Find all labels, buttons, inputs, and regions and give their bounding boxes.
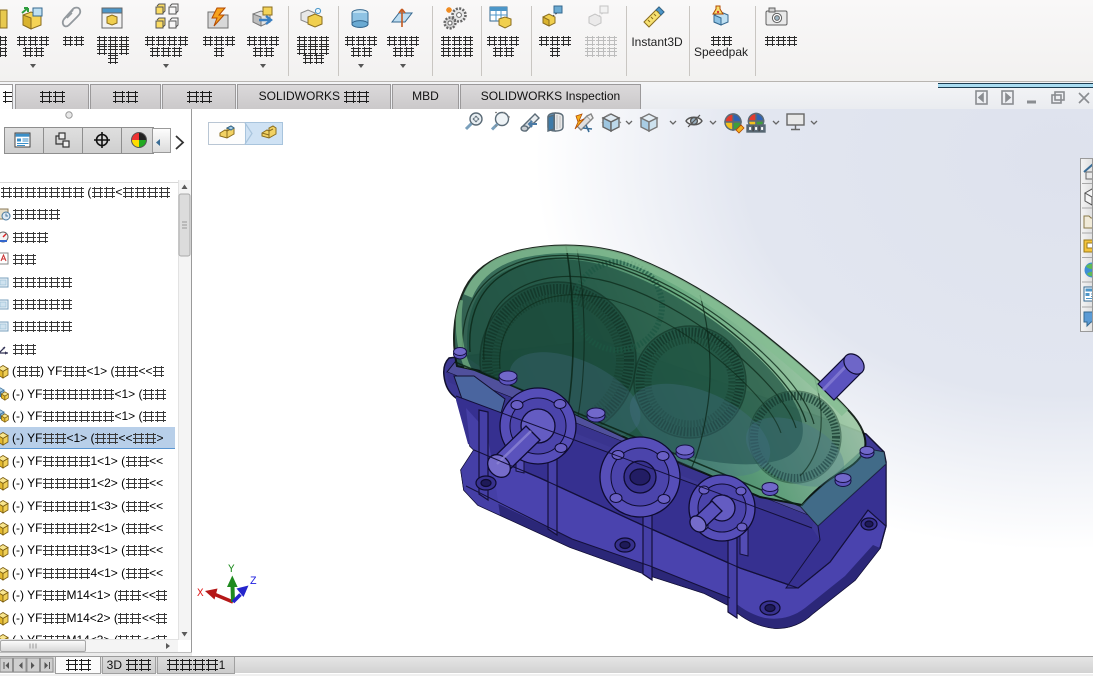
svg-text:Y: Y: [228, 564, 235, 576]
svg-text:X: X: [197, 588, 204, 600]
svg-text:Z: Z: [250, 576, 257, 588]
